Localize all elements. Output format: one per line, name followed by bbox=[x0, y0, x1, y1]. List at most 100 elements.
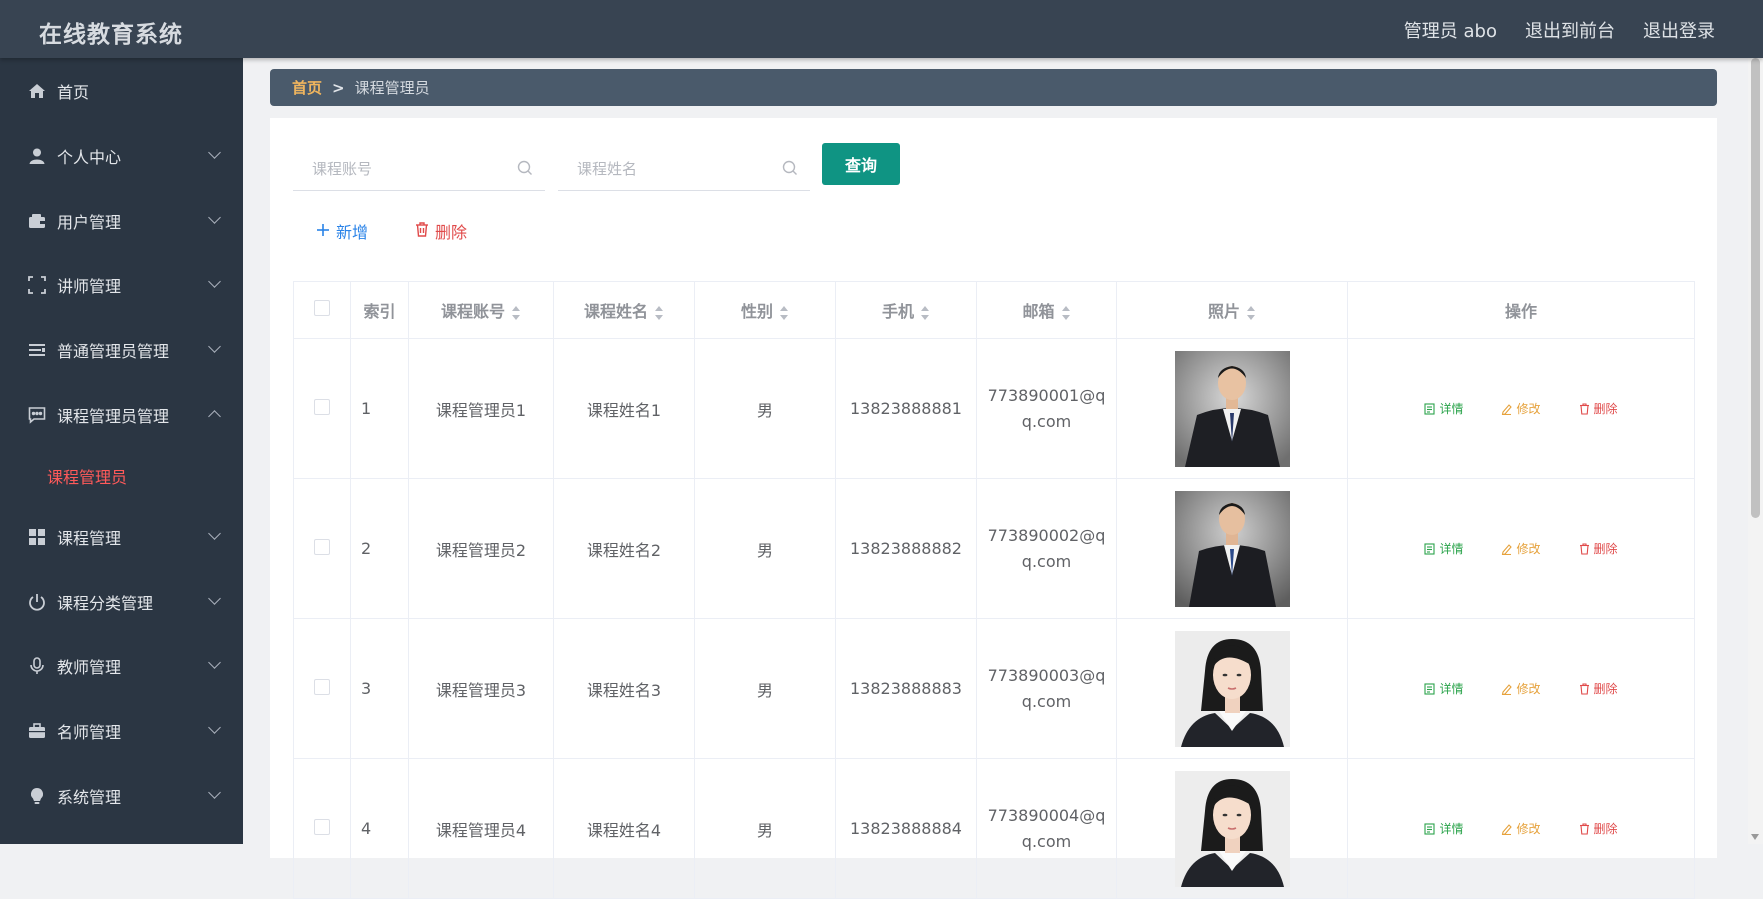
detail-button[interactable]: 详情 bbox=[1424, 820, 1463, 837]
document-icon bbox=[1424, 542, 1436, 555]
detail-button[interactable]: 详情 bbox=[1424, 540, 1463, 557]
main-content: 首页 > 课程管理员 查询 新增 删除 bbox=[243, 58, 1748, 899]
cell-photo bbox=[1116, 758, 1348, 899]
sort-icon[interactable] bbox=[654, 305, 664, 320]
detail-label: 详情 bbox=[1439, 822, 1464, 836]
col-header-email[interactable]: 邮箱 bbox=[976, 281, 1117, 339]
delete-button[interactable]: 删除 bbox=[1579, 400, 1618, 417]
sidebar-item-famous-teacher-management[interactable]: 名师管理 bbox=[0, 711, 243, 751]
sidebar-item-user-management[interactable]: 用户管理 bbox=[0, 201, 243, 241]
query-button[interactable]: 查询 bbox=[822, 143, 900, 185]
cell-email: 773890004@qq.com bbox=[976, 758, 1117, 899]
chevron-down-icon bbox=[208, 275, 221, 288]
row-actions: 详情 修改 删除 bbox=[1349, 400, 1693, 417]
sidebar-item-personal-center[interactable]: 个人中心 bbox=[0, 136, 243, 176]
edit-label: 修改 bbox=[1516, 402, 1541, 416]
chevron-down-icon bbox=[208, 340, 221, 353]
logout-link[interactable]: 退出登录 bbox=[1643, 17, 1715, 43]
account-search-input[interactable] bbox=[310, 159, 514, 179]
sidebar-item-lecturer-management[interactable]: 讲师管理 bbox=[0, 265, 243, 305]
edit-button[interactable]: 修改 bbox=[1501, 820, 1541, 837]
sidebar-item-home[interactable]: 首页 bbox=[0, 71, 243, 111]
sort-icon[interactable] bbox=[779, 305, 789, 320]
sidebar-item-course-management[interactable]: 课程管理 bbox=[0, 517, 243, 557]
row-select-cell bbox=[293, 618, 351, 759]
photo-woman-portrait[interactable] bbox=[1174, 770, 1290, 887]
sidebar-item-general-admin-management[interactable]: 普通管理员管理 bbox=[0, 330, 243, 370]
trash-icon bbox=[415, 221, 429, 241]
edit-button[interactable]: 修改 bbox=[1501, 400, 1541, 417]
detail-button[interactable]: 详情 bbox=[1424, 680, 1463, 697]
list-icon bbox=[27, 340, 47, 360]
page-scrollbar[interactable] bbox=[1748, 58, 1763, 844]
breadcrumb-home[interactable]: 首页 bbox=[292, 77, 322, 98]
sort-icon[interactable] bbox=[511, 305, 521, 320]
briefcase-icon bbox=[27, 721, 47, 741]
col-header-gender[interactable]: 性别 bbox=[694, 281, 836, 339]
chat-icon bbox=[27, 405, 47, 425]
top-nav: 管理员 abo 退出到前台 退出登录 bbox=[1404, 17, 1715, 43]
row-checkbox[interactable] bbox=[314, 818, 330, 835]
scroll-down-arrow-icon[interactable] bbox=[1751, 834, 1759, 840]
cell-index: 4 bbox=[350, 758, 409, 899]
sort-icon[interactable] bbox=[1246, 305, 1256, 320]
row-checkbox[interactable] bbox=[314, 678, 330, 695]
name-search-box bbox=[558, 148, 810, 191]
row-checkbox[interactable] bbox=[314, 538, 330, 555]
sidebar-item-system-management[interactable]: 系统管理 bbox=[0, 776, 243, 816]
row-checkbox[interactable] bbox=[314, 398, 330, 415]
cell-phone: 13823888881 bbox=[835, 338, 977, 479]
col-header-photo[interactable]: 照片 bbox=[1116, 281, 1348, 339]
sidebar-item-teacher-management[interactable]: 教师管理 bbox=[0, 646, 243, 686]
photo-man-suit[interactable] bbox=[1174, 490, 1290, 607]
cell-photo bbox=[1116, 338, 1348, 479]
photo-man-suit[interactable] bbox=[1174, 350, 1290, 467]
sidebar-item-label: 系统管理 bbox=[57, 788, 122, 807]
document-icon bbox=[1424, 682, 1436, 695]
photo-woman-portrait[interactable] bbox=[1174, 630, 1290, 747]
select-all-cell bbox=[293, 281, 351, 339]
table-header-row: 索引 课程账号 课程姓名 性别 手机 邮箱 照片 操作 bbox=[293, 281, 1695, 339]
sidebar-item-label: 用户管理 bbox=[57, 213, 122, 232]
sort-icon[interactable] bbox=[920, 305, 930, 320]
detail-label: 详情 bbox=[1439, 402, 1464, 416]
col-header-index: 索引 bbox=[350, 281, 409, 339]
scrollbar-thumb[interactable] bbox=[1751, 58, 1760, 518]
cell-actions: 详情 修改 删除 bbox=[1347, 478, 1695, 619]
batch-delete-button[interactable]: 删除 bbox=[415, 219, 467, 243]
select-all-checkbox[interactable] bbox=[314, 300, 330, 316]
col-header-account[interactable]: 课程账号 bbox=[408, 281, 554, 339]
sort-icon[interactable] bbox=[1061, 305, 1071, 320]
back-to-frontend-link[interactable]: 退出到前台 bbox=[1525, 17, 1615, 43]
sidebar-item-label: 课程分类管理 bbox=[57, 594, 154, 613]
sidebar-item-course-admin-management[interactable]: 课程管理员管理 bbox=[0, 395, 243, 435]
cell-gender: 男 bbox=[694, 478, 836, 619]
home-icon bbox=[27, 81, 47, 101]
col-header-phone[interactable]: 手机 bbox=[835, 281, 977, 339]
admin-user-link[interactable]: 管理员 abo bbox=[1404, 17, 1497, 43]
pencil-icon bbox=[1502, 683, 1513, 695]
trash-icon bbox=[1579, 822, 1589, 835]
sidebar-item-label: 课程管理员管理 bbox=[57, 407, 170, 426]
row-actions: 详情 修改 删除 bbox=[1349, 820, 1693, 837]
delete-label: 删除 bbox=[1593, 822, 1618, 836]
col-header-label: 邮箱 bbox=[1022, 302, 1055, 321]
add-button[interactable]: 新增 bbox=[316, 219, 368, 243]
cell-name: 课程姓名1 bbox=[553, 338, 695, 479]
content-panel: 查询 新增 删除 索引 bbox=[270, 118, 1717, 899]
sidebar-item-course-category-management[interactable]: 课程分类管理 bbox=[0, 582, 243, 622]
table-row: 3 课程管理员3 课程姓名3 男 13823888883 773890003@q… bbox=[293, 618, 1695, 759]
col-header-name[interactable]: 课程姓名 bbox=[553, 281, 695, 339]
delete-button[interactable]: 删除 bbox=[1579, 540, 1618, 557]
edit-button[interactable]: 修改 bbox=[1501, 540, 1541, 557]
detail-button[interactable]: 详情 bbox=[1424, 400, 1463, 417]
cell-actions: 详情 修改 删除 bbox=[1347, 338, 1695, 479]
delete-button[interactable]: 删除 bbox=[1579, 680, 1618, 697]
col-header-label: 性别 bbox=[740, 302, 773, 321]
name-search-input[interactable] bbox=[575, 159, 779, 179]
delete-button[interactable]: 删除 bbox=[1579, 820, 1618, 837]
batch-delete-label: 删除 bbox=[435, 223, 468, 242]
sidebar-subitem-course-admin[interactable]: 课程管理员 bbox=[47, 464, 127, 488]
col-header-label: 照片 bbox=[1207, 302, 1240, 321]
edit-button[interactable]: 修改 bbox=[1501, 680, 1541, 697]
